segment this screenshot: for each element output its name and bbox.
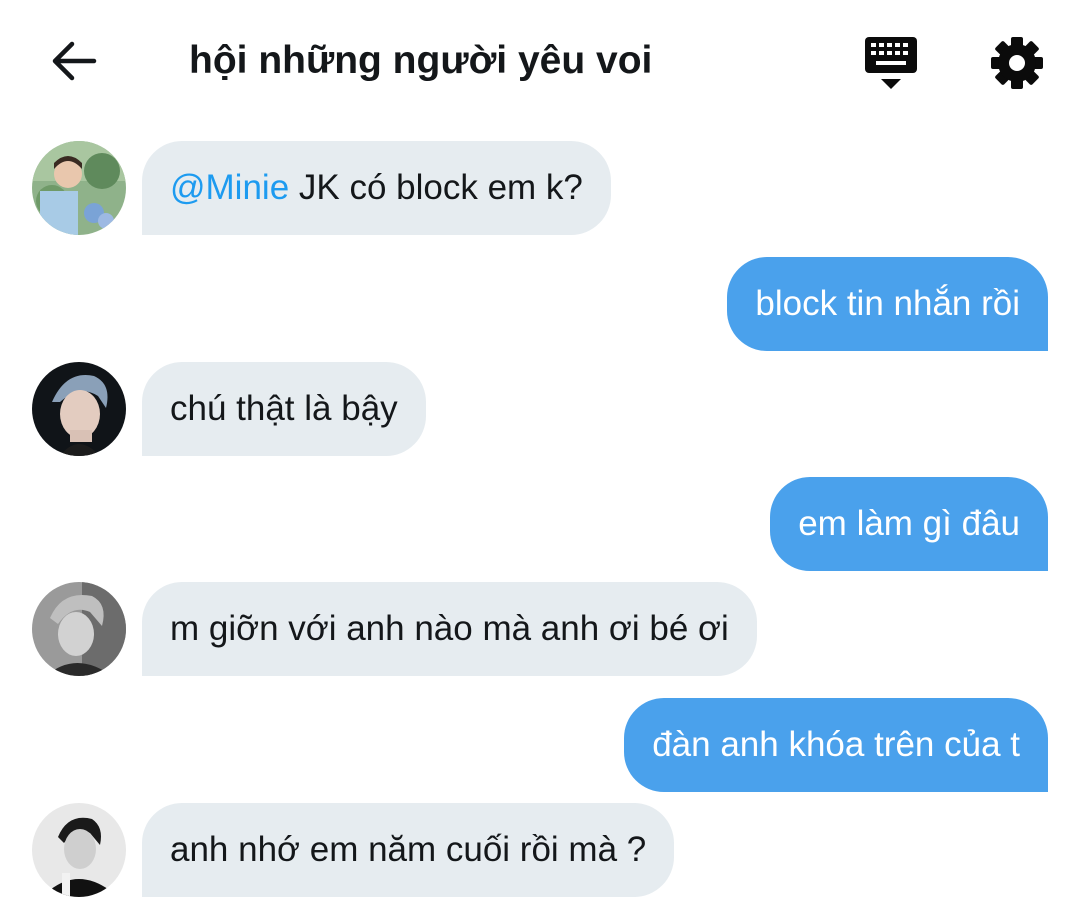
avatar[interactable]: [32, 582, 126, 676]
message-text: chú thật là bậy: [170, 389, 398, 428]
avatar[interactable]: [32, 803, 126, 897]
keyboard-button[interactable]: [858, 30, 924, 94]
avatar[interactable]: [32, 141, 126, 235]
arrow-left-icon: [52, 41, 97, 81]
message-text: anh nhớ em năm cuối rồi mà ?: [170, 830, 647, 869]
message-text: đàn anh khóa trên của t: [652, 725, 1020, 764]
avatar-photo-2: [32, 362, 126, 456]
settings-button[interactable]: [986, 32, 1048, 94]
chat-header: hội những người yêu voi: [0, 0, 1080, 124]
message-bubble-outgoing: đàn anh khóa trên của t: [624, 698, 1048, 792]
keyboard-icon: [865, 37, 917, 89]
message-bubble-incoming: chú thật là bậy: [142, 362, 426, 456]
message-bubble-outgoing: em làm gì đâu: [770, 477, 1048, 571]
avatar[interactable]: [32, 362, 126, 456]
message-text: em làm gì đâu: [798, 504, 1020, 543]
back-button[interactable]: [44, 34, 102, 88]
gear-icon: [991, 37, 1043, 89]
message-text: JK có block em k?: [289, 168, 583, 207]
message-bubble-incoming: @Minie JK có block em k?: [142, 141, 611, 235]
mention-link[interactable]: @Minie: [170, 168, 289, 207]
message-text: block tin nhắn rồi: [755, 284, 1020, 323]
message-bubble-incoming: anh nhớ em năm cuối rồi mà ?: [142, 803, 675, 897]
avatar-photo-4: [32, 803, 126, 897]
message-text: m giỡn với anh nào mà anh ơi bé ơi: [170, 609, 729, 648]
avatar-photo-3: [32, 582, 126, 676]
avatar-photo-1: [32, 141, 126, 235]
conversation-title: hội những người yêu voi: [189, 39, 653, 82]
message-bubble-incoming: m giỡn với anh nào mà anh ơi bé ơi: [142, 582, 757, 676]
message-bubble-outgoing: block tin nhắn rồi: [727, 257, 1048, 351]
